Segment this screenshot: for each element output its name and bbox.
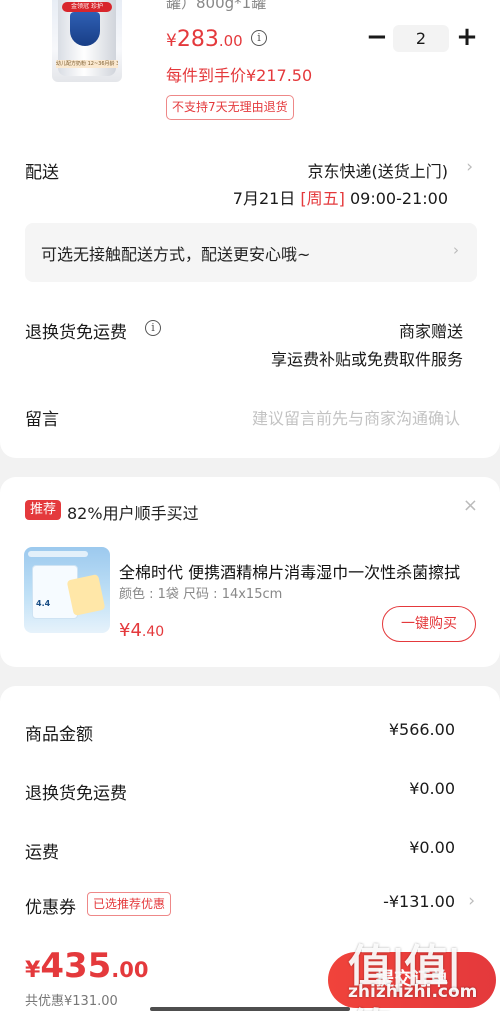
recommend-item-image[interactable]: 4.4 — [24, 547, 110, 633]
quantity-increase-button[interactable]: + — [456, 22, 478, 52]
remark-label: 留言 — [25, 410, 59, 430]
delivery-chevron-right-icon[interactable]: › — [466, 157, 473, 177]
summary-row-label: 运费 — [25, 843, 59, 863]
coupon-label: 优惠券 — [25, 898, 76, 918]
recommend-title: 82%用户顺手买过 — [67, 504, 199, 523]
recommend-item-spec: 颜色 : 1袋 尺码 : 14x15cm — [119, 587, 283, 602]
one-click-buy-button[interactable]: 一键购买 — [382, 606, 476, 642]
rec-price-integer: 4 — [130, 620, 142, 641]
product-title: 罐）800g*1罐 — [166, 0, 267, 12]
total-currency: ¥ — [25, 958, 41, 983]
summary-row-value: ¥0.00 — [409, 838, 455, 857]
recommendation-card: 推荐 82%用户顺手买过 × 4.4 全棉时代 便携酒精棉片消毒湿巾一次性杀菌擦… — [0, 477, 500, 667]
total-decimal: .00 — [111, 958, 149, 982]
remark-input[interactable]: 建议留言前先与商家沟通确认 — [252, 405, 460, 429]
product-image-badge: 金领冠 珍护 — [62, 2, 112, 12]
price-integer: 283 — [176, 27, 219, 52]
image-price-label: 4.4 — [36, 599, 51, 608]
product-image[interactable]: 金领冠 珍护 幼儿配方奶粉 12~36月龄 3段 — [52, 0, 122, 82]
quantity-input[interactable]: 2 — [393, 25, 449, 52]
order-total: ¥435.00 — [25, 946, 149, 986]
return-shipping-value: 商家赠送 — [398, 322, 463, 341]
home-indicator[interactable] — [150, 1007, 350, 1011]
coupon-tag: 已选推荐优惠 — [87, 892, 172, 916]
order-detail-card: 金领冠 珍护 幼儿配方奶粉 12~36月龄 3段 罐）800g*1罐 ¥283.… — [0, 0, 500, 458]
price-currency: ¥ — [166, 31, 177, 51]
summary-row-label: 商品金额 — [25, 725, 93, 745]
image-wipe — [66, 574, 106, 616]
product-shield-logo — [70, 12, 100, 46]
return-shipping-label: 退换货免运费 — [25, 323, 127, 343]
notice-chevron-right-icon[interactable]: › — [453, 241, 459, 259]
price-decimal: .00 — [218, 32, 243, 50]
delivery-date: 7月21日 — [232, 189, 296, 208]
delivery-label: 配送 — [25, 163, 59, 183]
delivery-time[interactable]: 7月21日 [周五] 09:00-21:00 — [233, 185, 448, 209]
recommend-badge: 推荐 — [25, 500, 62, 520]
quantity-decrease-button[interactable]: − — [366, 22, 388, 52]
rec-price-decimal: .40 — [141, 624, 165, 640]
coupon-value[interactable]: -¥131.00 — [383, 892, 455, 911]
return-shipping-detail: 享运费补贴或免费取件服务 — [270, 350, 463, 369]
product-price: ¥283.00 — [166, 27, 243, 52]
summary-row-value: ¥0.00 — [409, 779, 455, 798]
coupon-chevron-right-icon[interactable]: › — [468, 891, 475, 911]
summary-row-value: ¥566.00 — [388, 720, 455, 739]
product-image-band: 幼儿配方奶粉 12~36月龄 3段 — [56, 60, 118, 68]
total-discount: 共优惠¥131.00 — [25, 994, 118, 1009]
delivery-hours: 09:00-21:00 — [350, 189, 448, 208]
recommend-item-price: ¥4.40 — [119, 620, 164, 641]
watermark-url: zhizhizhi.com — [348, 982, 478, 1002]
return-policy-tag: 不支持7天无理由退货 — [166, 95, 294, 120]
total-integer: 435 — [40, 946, 112, 986]
rec-price-currency: ¥ — [119, 620, 131, 641]
price-info-icon[interactable]: i — [251, 30, 267, 46]
recommend-item-name[interactable]: 全棉时代 便携酒精棉片消毒湿巾一次性杀菌擦拭 — [119, 559, 474, 583]
image-stripe — [28, 551, 88, 557]
delivery-weekday: [周五] — [300, 189, 345, 208]
contactless-delivery-banner[interactable]: 可选无接触配送方式，配送更安心哦~ › — [25, 223, 477, 282]
site-watermark: 值|值|值 zhizhizhi.com — [348, 930, 500, 1011]
delivery-carrier[interactable]: 京东快递(送货上门) — [308, 158, 449, 182]
summary-row-label: 退换货免运费 — [25, 784, 127, 804]
return-shipping-info-icon[interactable]: i — [145, 320, 161, 336]
close-icon[interactable]: × — [463, 495, 478, 516]
unit-price: 每件到手价¥217.50 — [166, 66, 313, 85]
contactless-notice-text: 可选无接触配送方式，配送更安心哦~ — [41, 245, 311, 264]
